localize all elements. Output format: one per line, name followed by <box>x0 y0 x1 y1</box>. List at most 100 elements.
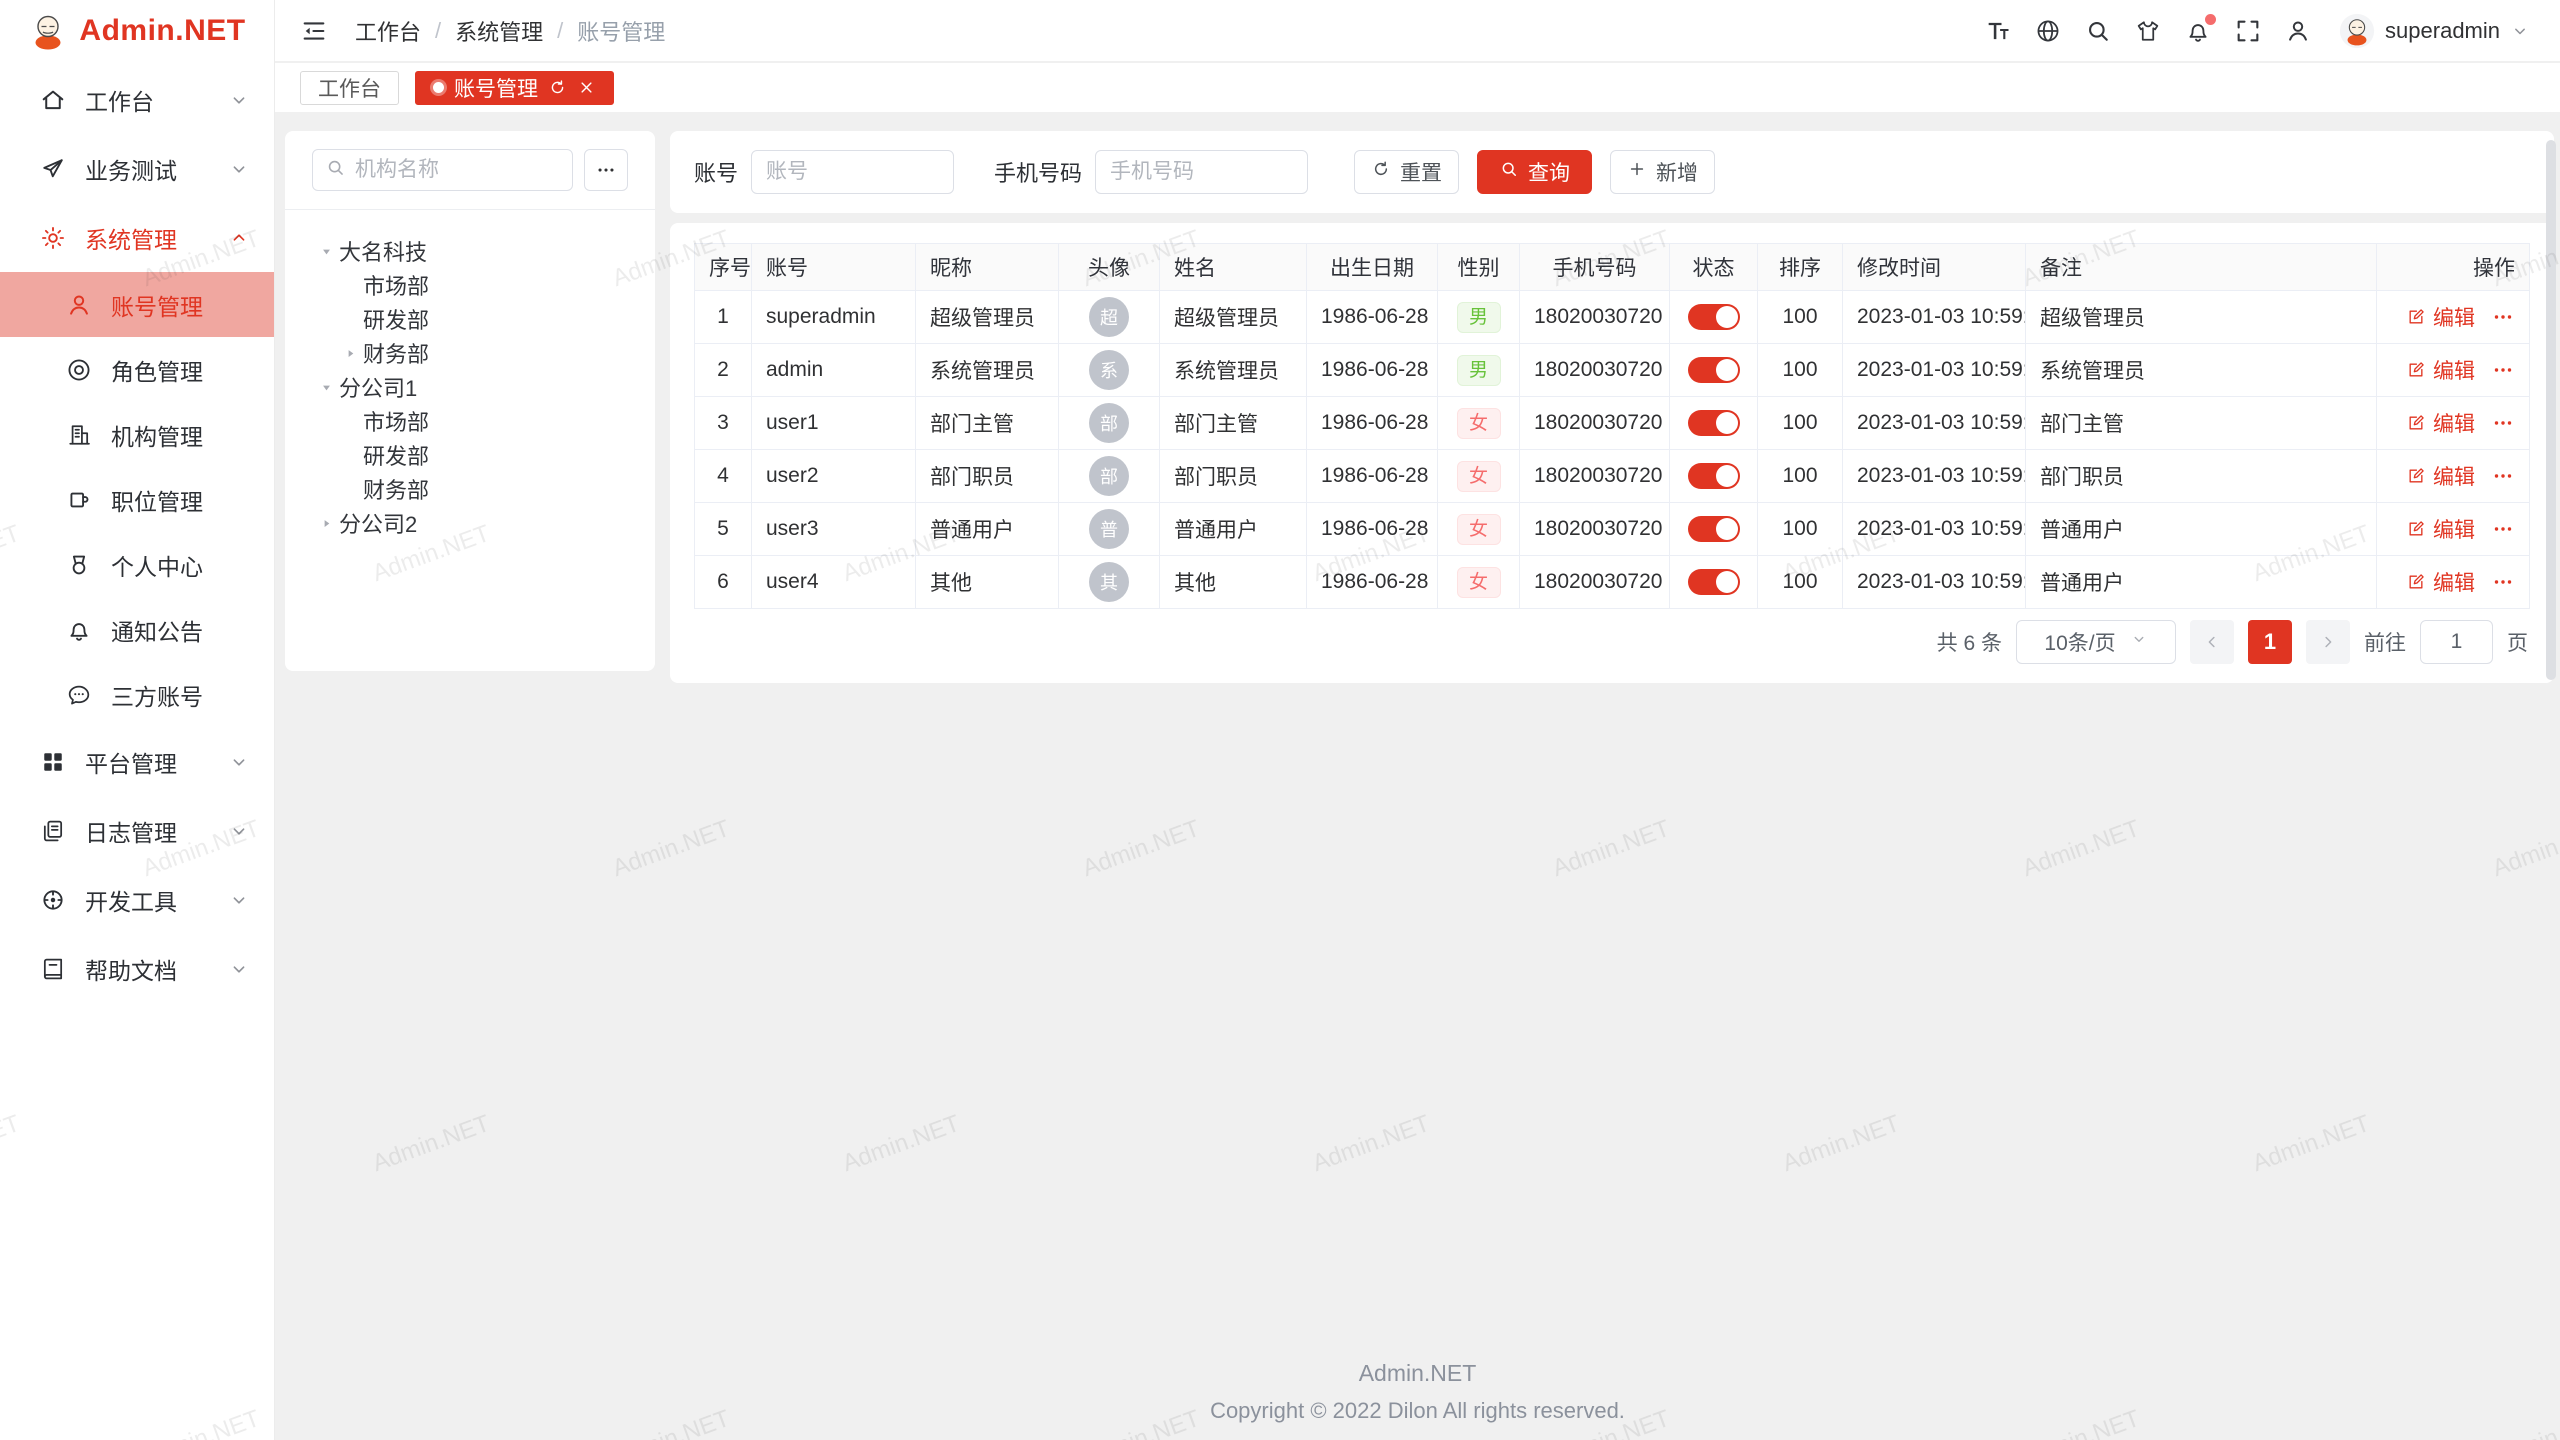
fullscreen-icon[interactable] <box>2233 16 2263 46</box>
cell-index: 4 <box>695 450 752 503</box>
reset-button[interactable]: 重置 <box>1354 150 1459 194</box>
status-toggle[interactable] <box>1688 516 1740 542</box>
tab-workbench[interactable]: 工作台 <box>300 71 399 105</box>
status-toggle[interactable] <box>1688 569 1740 595</box>
sidebar-item-third-party-account[interactable]: 三方账号 <box>0 662 274 727</box>
account-input[interactable] <box>751 150 954 194</box>
row-more-button[interactable] <box>2491 464 2515 488</box>
tree-node[interactable]: 研发部 <box>285 438 655 472</box>
next-page-button[interactable] <box>2306 620 2350 664</box>
row-more-button[interactable] <box>2491 358 2515 382</box>
notification-bell-icon[interactable] <box>2183 16 2213 46</box>
column-header: 排序 <box>1758 244 1843 291</box>
tree-node[interactable]: 市场部 <box>285 268 655 302</box>
close-tab-icon[interactable] <box>577 78 596 97</box>
row-more-button[interactable] <box>2491 411 2515 435</box>
cell-modified: 2023-01-03 10:59:44 <box>1843 344 2026 397</box>
tree-node[interactable]: 大名科技 <box>285 234 655 268</box>
logo[interactable]: Admin.NET <box>0 0 274 61</box>
sidebar-item-help-docs[interactable]: 帮助文档 <box>0 934 274 1003</box>
tab-account-mgmt[interactable]: 账号管理 <box>415 71 614 105</box>
sidebar-item-account-mgmt[interactable]: 账号管理 <box>0 272 274 337</box>
edit-button[interactable]: 编辑 <box>2406 461 2475 491</box>
edit-button[interactable]: 编辑 <box>2406 302 2475 332</box>
tree-node[interactable]: 研发部 <box>285 302 655 336</box>
status-toggle[interactable] <box>1688 357 1740 383</box>
status-toggle[interactable] <box>1688 463 1740 489</box>
language-icon[interactable] <box>2033 16 2063 46</box>
search-button[interactable]: 查询 <box>1477 150 1592 194</box>
edit-button[interactable]: 编辑 <box>2406 514 2475 544</box>
collapse-sidebar-icon[interactable] <box>299 16 329 46</box>
row-more-button[interactable] <box>2491 570 2515 594</box>
cell-remark: 部门职员 <box>2026 450 2377 503</box>
footer-title: Admin.NET <box>275 1360 2560 1387</box>
avatar: 超 <box>1089 297 1129 337</box>
tree-node[interactable]: 分公司1 <box>285 370 655 404</box>
org-search-input[interactable] <box>355 158 560 182</box>
toggle-knob <box>1716 412 1738 434</box>
tree-node[interactable]: 市场部 <box>285 404 655 438</box>
goto-page-input[interactable] <box>2420 620 2493 664</box>
phone-input[interactable] <box>1095 150 1308 194</box>
cell-name: 超级管理员 <box>1160 291 1307 344</box>
page-1-button[interactable]: 1 <box>2248 620 2292 664</box>
sidebar-item-system-mgmt[interactable]: 系统管理 <box>0 203 274 272</box>
search-icon[interactable] <box>2083 16 2113 46</box>
chat-icon <box>64 680 94 710</box>
refresh-tab-icon[interactable] <box>548 78 567 97</box>
edit-button[interactable]: 编辑 <box>2406 567 2475 597</box>
sidebar-item-platform-mgmt[interactable]: 平台管理 <box>0 727 274 796</box>
footer: Admin.NET Copyright © 2022 Dilon All rig… <box>275 1360 2560 1424</box>
topbar: 工作台 / 系统管理 / 账号管理 superadmin <box>275 0 2560 62</box>
sidebar-item-personal-center[interactable]: 个人中心 <box>0 532 274 597</box>
tree-node[interactable]: 分公司2 <box>285 506 655 540</box>
toggle-knob <box>1716 518 1738 540</box>
org-more-button[interactable] <box>584 149 628 191</box>
log-icon <box>38 816 68 846</box>
caret-down-icon[interactable] <box>313 241 339 261</box>
theme-icon[interactable] <box>2133 16 2163 46</box>
add-button[interactable]: 新增 <box>1610 150 1715 194</box>
caret-right-icon[interactable] <box>337 343 363 363</box>
table-row: 6user4其他其其他1986-06-28女180200307201002023… <box>695 556 2530 609</box>
cell-account: user1 <box>752 397 916 450</box>
edit-button[interactable]: 编辑 <box>2406 408 2475 438</box>
tree-node[interactable]: 财务部 <box>285 472 655 506</box>
cell-nickname: 普通用户 <box>916 503 1059 556</box>
user-icon[interactable] <box>2283 16 2313 46</box>
sidebar-item-workbench[interactable]: 工作台 <box>0 65 274 134</box>
status-toggle[interactable] <box>1688 304 1740 330</box>
sidebar-item-log-mgmt[interactable]: 日志管理 <box>0 796 274 865</box>
sidebar-item-business-test[interactable]: 业务测试 <box>0 134 274 203</box>
row-more-button[interactable] <box>2491 305 2515 329</box>
cell-birthdate: 1986-06-28 <box>1307 291 1438 344</box>
app-root: Admin.NET 工作台业务测试系统管理账号管理角色管理机构管理职位管理个人中… <box>0 0 2560 1440</box>
prev-page-button[interactable] <box>2190 620 2234 664</box>
column-header: 状态 <box>1670 244 1758 291</box>
sidebar-item-org-mgmt[interactable]: 机构管理 <box>0 402 274 467</box>
scrollbar-thumb[interactable] <box>2546 140 2556 680</box>
cell-modified: 2023-01-03 10:59:44 <box>1843 397 2026 450</box>
sidebar-item-post-mgmt[interactable]: 职位管理 <box>0 467 274 532</box>
breadcrumb-item-workbench[interactable]: 工作台 <box>355 15 421 47</box>
sidebar-item-notice[interactable]: 通知公告 <box>0 597 274 662</box>
sidebar-item-dev-tools[interactable]: 开发工具 <box>0 865 274 934</box>
cell-phone: 18020030720 <box>1520 556 1670 609</box>
cell-name: 其他 <box>1160 556 1307 609</box>
avatar: 部 <box>1089 403 1129 443</box>
tree-node[interactable]: 财务部 <box>285 336 655 370</box>
caret-right-icon[interactable] <box>313 513 339 533</box>
sidebar-item-role-mgmt[interactable]: 角色管理 <box>0 337 274 402</box>
page-size-select[interactable]: 10条/页 <box>2016 620 2176 664</box>
status-toggle[interactable] <box>1688 410 1740 436</box>
user-menu[interactable]: superadmin <box>2339 13 2530 49</box>
edit-button[interactable]: 编辑 <box>2406 355 2475 385</box>
breadcrumb-item-system-mgmt[interactable]: 系统管理 <box>455 15 543 47</box>
font-size-icon[interactable] <box>1983 16 2013 46</box>
gender-badge: 男 <box>1457 302 1501 333</box>
logo-text: Admin.NET <box>79 14 245 48</box>
chevron-up-icon <box>228 227 250 249</box>
caret-down-icon[interactable] <box>313 377 339 397</box>
row-more-button[interactable] <box>2491 517 2515 541</box>
